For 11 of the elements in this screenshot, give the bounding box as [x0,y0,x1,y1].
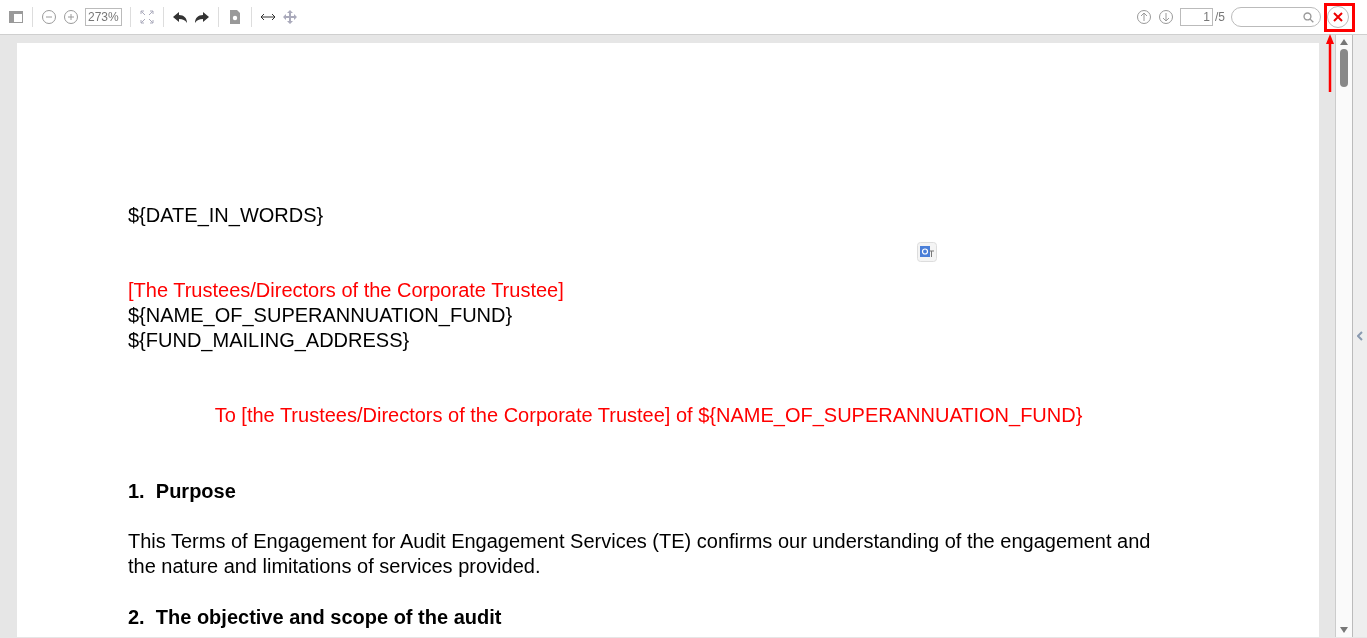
paragraph: This Terms of Engagement for Audit Engagement Services (TE) confirms our understanding of the engagement and the nature and limitations of services provided. [128,529,1152,579]
address-line: ${NAME_OF_SUPERANNUATION_FUND} [128,303,514,328]
section-heading: 2. The objective and scope of the audit [128,605,503,630]
address-line: [The Trustees/Directors of the Corporate Trustee] [128,278,565,303]
date-line: ${DATE_IN_WORDS} [128,203,325,228]
page-total: /5 [1215,10,1225,24]
section-heading: 1. Purpose [128,479,237,504]
zoom-level[interactable]: 273% [85,8,122,26]
address-line: ${FUND_MAILING_ADDRESS} [128,328,411,353]
page-number-field[interactable]: 1 [1180,8,1213,26]
salutation: To [the Trustees/Directors of the Corporate Trustee] of ${NAME_OF_SUPERANNUATION_FUND} [213,403,1084,428]
